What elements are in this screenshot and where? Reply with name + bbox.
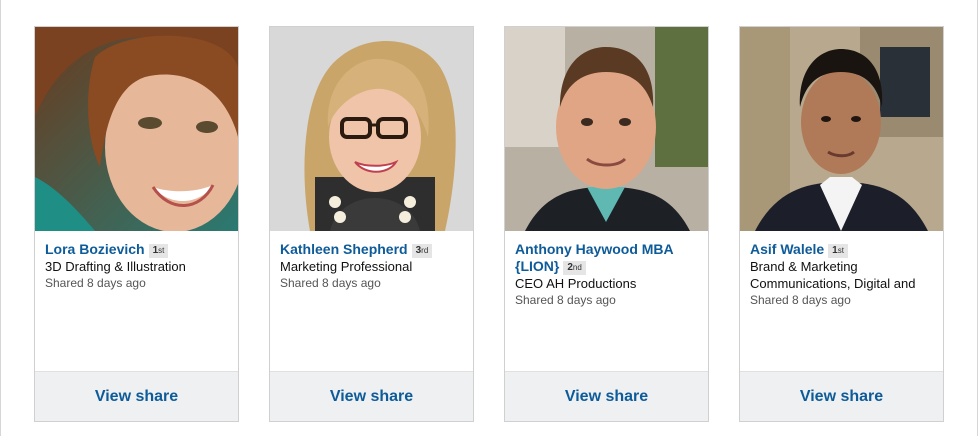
connection-degree-badge: 1st: [148, 244, 169, 258]
view-share-button[interactable]: View share: [270, 371, 473, 421]
share-card: Lora Bozievich 1st 3D Drafting & Illustra…: [34, 26, 239, 422]
card-info: Kathleen Shepherd 3rd Marketing Professio…: [280, 241, 465, 292]
profile-photo[interactable]: [35, 27, 238, 231]
shared-timestamp: Shared 8 days ago: [45, 276, 146, 290]
shared-timestamp: Shared 8 days ago: [750, 293, 851, 307]
profile-photo[interactable]: [270, 27, 473, 231]
shared-timestamp: Shared 8 days ago: [280, 276, 381, 290]
connection-degree-badge: 3rd: [411, 244, 433, 258]
member-name-link[interactable]: Anthony Haywood MBA {LION}: [515, 241, 674, 274]
connection-degree-badge: 2nd: [563, 261, 586, 275]
view-share-button[interactable]: View share: [505, 371, 708, 421]
member-headline: Brand & Marketing Communications, Digital…: [750, 259, 916, 291]
card-info: Asif Walele 1st Brand & Marketing Communic…: [750, 241, 935, 309]
card-info: Anthony Haywood MBA {LION} 2nd CEO AH Prod…: [515, 241, 700, 309]
profile-photo[interactable]: [505, 27, 708, 231]
member-name-link[interactable]: Kathleen Shepherd: [280, 241, 408, 257]
member-headline: CEO AH Productions: [515, 276, 637, 291]
profile-photo[interactable]: [740, 27, 943, 231]
member-name-link[interactable]: Asif Walele: [750, 241, 824, 257]
member-name-link[interactable]: Lora Bozievich: [45, 241, 145, 257]
share-card: Kathleen Shepherd 3rd Marketing Professio…: [269, 26, 474, 422]
view-share-button[interactable]: View share: [740, 371, 943, 421]
share-card: Anthony Haywood MBA {LION} 2nd CEO AH Prod…: [504, 26, 709, 422]
shared-timestamp: Shared 8 days ago: [515, 293, 616, 307]
connection-degree-badge: 1st: [828, 244, 848, 258]
card-info: Lora Bozievich 1st 3D Drafting & Illustra…: [45, 241, 230, 292]
member-headline: Marketing Professional: [280, 259, 413, 274]
view-share-button[interactable]: View share: [35, 371, 238, 421]
member-headline: 3D Drafting & Illustration: [45, 259, 186, 274]
share-card: Asif Walele 1st Brand & Marketing Communic…: [739, 26, 944, 422]
